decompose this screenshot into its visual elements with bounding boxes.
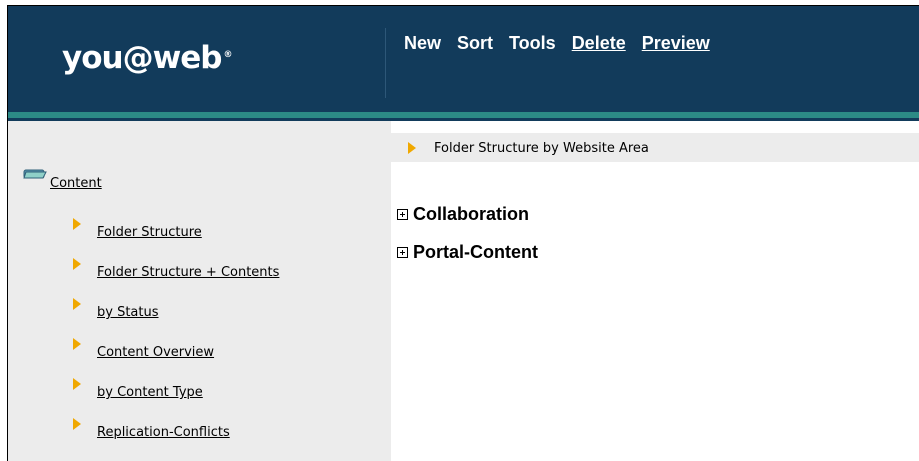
logo-text: you@web [62,40,222,76]
sidebar-item-label[interactable]: Replication-Conflicts [97,425,230,440]
sidebar: Content Folder Structure Folder Structur… [8,121,391,461]
sidebar-item-label[interactable]: Content Overview [97,345,214,360]
header-divider [385,28,386,98]
tree-node-collaboration[interactable]: Collaboration [397,204,529,225]
expand-plus-icon[interactable] [397,247,408,258]
tree-node-label[interactable]: Collaboration [413,204,529,225]
sidebar-root-content[interactable]: Content [23,167,102,191]
main-header: Folder Structure by Website Area [391,133,919,162]
expand-plus-icon[interactable] [397,209,408,220]
arrow-right-icon [408,142,416,154]
logo[interactable]: you@web ® [62,40,232,76]
sidebar-item-by-status[interactable]: by Status [73,298,159,320]
nav-delete[interactable]: Delete [572,33,626,54]
folder-icon [23,167,48,181]
top-nav: New Sort Tools Delete Preview [404,33,710,54]
nav-sort[interactable]: Sort [457,33,493,54]
top-header: you@web ® New Sort Tools Delete Preview [8,6,919,112]
sidebar-item-by-content-type[interactable]: by Content Type [73,378,203,400]
sidebar-item-folder-structure[interactable]: Folder Structure [73,218,202,240]
tree-node-portal-content[interactable]: Portal-Content [397,242,538,263]
sidebar-item-folder-structure-contents[interactable]: Folder Structure + Contents [73,258,279,280]
arrow-right-icon [73,378,81,390]
sidebar-item-content-overview[interactable]: Content Overview [73,338,214,360]
arrow-right-icon [73,338,81,350]
sidebar-item-label[interactable]: Folder Structure [97,225,202,240]
sidebar-item-replication-conflicts[interactable]: Replication-Conflicts [73,418,230,440]
tree-node-label[interactable]: Portal-Content [413,242,538,263]
arrow-right-icon [73,418,81,430]
nav-preview[interactable]: Preview [642,33,710,54]
arrow-right-icon [73,258,81,270]
nav-new[interactable]: New [404,33,441,54]
logo-registered-mark: ® [223,49,232,60]
sidebar-item-label[interactable]: by Status [97,305,159,320]
sidebar-item-label[interactable]: by Content Type [97,385,203,400]
main-heading: Folder Structure by Website Area [434,141,649,156]
sidebar-root-label[interactable]: Content [50,176,102,191]
arrow-right-icon [73,218,81,230]
arrow-right-icon [73,298,81,310]
sidebar-item-label[interactable]: Folder Structure + Contents [97,265,279,280]
app-frame: you@web ® New Sort Tools Delete Preview C… [7,5,919,461]
nav-tools[interactable]: Tools [509,33,556,54]
